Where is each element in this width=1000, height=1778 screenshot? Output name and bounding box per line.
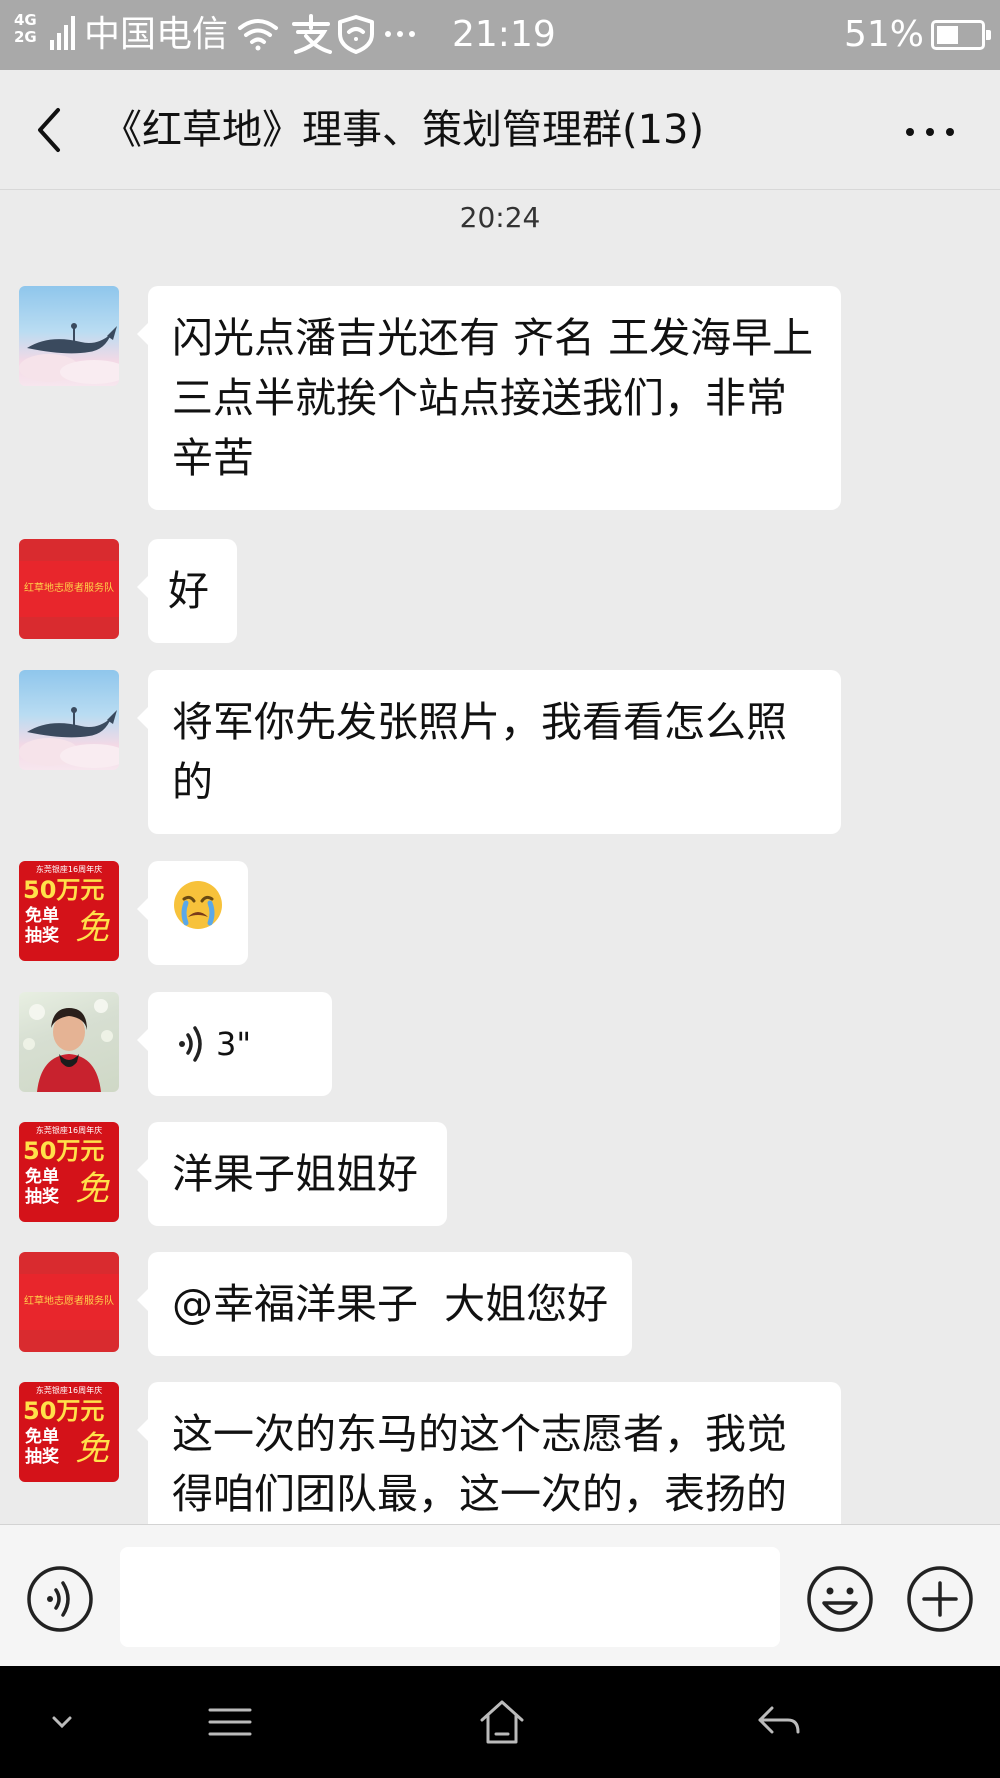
menu-icon[interactable] [206,1694,254,1750]
voice-input-button[interactable] [26,1565,94,1633]
promo-avatar[interactable]: 东莞银座16周年庆 50万元 免单 抽奖 免 [19,861,119,961]
clock: 21:19 [452,14,556,55]
promo-line4: 抽奖 [25,926,59,946]
banner-strip: 红草地志愿者服务队 [19,561,119,617]
carrier-name: 中国电信 [84,14,229,55]
red-banner-avatar[interactable]: 红草地志愿者服务队 [19,1252,119,1352]
network-type-4g: 4G [14,11,37,29]
crying-face-icon [174,881,222,929]
back-arrow-icon[interactable] [754,1694,804,1750]
promo-line3: 免单 [25,906,59,926]
message-bubble[interactable]: 洋果子姐姐好 [137,1122,447,1226]
whale-avatar[interactable] [19,670,119,770]
home-icon[interactable] [478,1694,526,1750]
promo-line4: 抽奖 [25,1187,59,1207]
message-input[interactable] [120,1547,780,1647]
message-bubble[interactable]: 这一次的东马的这个志愿者，我觉得咱们团队最，这一次的，表扬的 [137,1382,841,1524]
promo-line2: 50万元 [23,1397,105,1425]
message-bubble[interactable]: 闪光点潘吉光还有 齐名 王发海早上三点半就挨个站点接送我们，非常辛苦 [137,286,841,510]
status-icons [238,14,415,54]
red-banner-avatar[interactable]: 红草地志愿者服务队 [19,539,119,639]
message-bubble[interactable]: @幸福洋果子 大姐您好 [137,1252,632,1356]
promo-stamp: 免 [75,1429,109,1469]
input-bar [0,1524,1000,1666]
promo-line2: 50万元 [23,1137,105,1165]
more-functions-button[interactable] [906,1565,974,1633]
banner-strip: 红草地志愿者服务队 [19,1274,119,1330]
banner-text: 红草地志愿者服务队 [24,1296,114,1307]
woman-photo-avatar[interactable] [19,992,119,1092]
promo-line3: 免单 [25,1427,59,1447]
emoji-button[interactable] [806,1565,874,1633]
chat-title: 《红草地》理事、策划管理群(13) [102,107,705,153]
back-button[interactable] [26,100,76,160]
banner-text: 红草地志愿者服务队 [24,583,114,594]
promo-stamp: 免 [75,1169,109,1209]
whale-avatar[interactable] [19,286,119,386]
whale-icon [19,707,119,768]
message-bubble[interactable]: 将军你先发张照片，我看看怎么照的 [137,670,841,834]
more-options-button[interactable] [900,104,960,160]
chat-header: 《红草地》理事、策划管理群(13) [0,70,1000,190]
promo-line4: 抽奖 [25,1447,59,1467]
system-nav-bar [0,1666,1000,1778]
promo-line3: 免单 [25,1167,59,1187]
promo-stamp: 免 [75,908,109,948]
promo-avatar[interactable]: 东莞银座16周年庆 50万元 免单 抽奖 免 [19,1382,119,1482]
more-dots-icon [385,31,415,37]
voice-message-bubble[interactable]: 3" [137,992,332,1096]
promo-line2: 50万元 [23,876,105,904]
shield-icon [338,15,374,54]
status-bar: 4G 2G 中国电信 21:19 51% [0,0,1000,70]
promo-line1: 东莞银座16周年庆 [35,865,103,874]
person-photo [23,999,113,1092]
message-bubble[interactable] [137,861,248,965]
message-bubble[interactable]: 好 [137,539,237,643]
promo-line1: 东莞银座16周年庆 [35,1386,103,1395]
whale-icon [19,323,119,384]
signal-icon [50,16,75,50]
promo-line1: 东莞银座16周年庆 [35,1126,103,1135]
wifi-icon [238,19,278,51]
battery-percent: 51% [844,14,925,55]
timestamp-divider: 20:24 [459,201,541,234]
network-type-2g: 2G [14,28,37,46]
alipay-icon [292,14,332,54]
voice-wave-icon [179,1026,202,1062]
promo-avatar[interactable]: 东莞银座16周年庆 50万元 免单 抽奖 免 [19,1122,119,1222]
battery-icon [931,20,991,50]
voice-duration: 3" [216,1025,252,1063]
chevron-down-icon[interactable] [44,1694,80,1750]
network-type: 4G 2G [14,12,37,46]
message-list[interactable]: 20:24 闪光点潘吉光还有 齐名 王发海早上三点半就挨个站点接送我们，非常辛苦… [0,190,1000,1524]
